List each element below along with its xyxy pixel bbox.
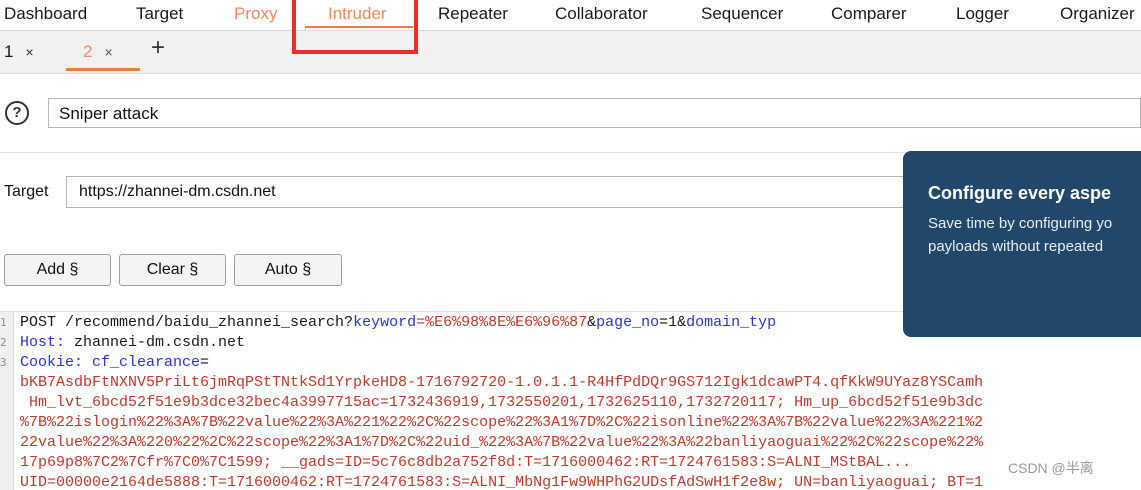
- cookie-header-line: Cookie: cf_clearance=: [20, 353, 209, 373]
- tab-repeater[interactable]: Repeater: [438, 4, 508, 24]
- tab-target[interactable]: Target: [136, 4, 183, 24]
- param-key: domain_typ: [686, 314, 777, 331]
- cookie-value-line: %7B%22islogin%22%3A%7B%22value%22%3A%221…: [20, 414, 984, 431]
- header-name: Host:: [20, 334, 66, 351]
- param-value: =%E6%98%8E%E6%96%87: [416, 314, 588, 331]
- close-icon[interactable]: ×: [25, 44, 33, 60]
- param-separator: &: [677, 314, 687, 331]
- tab-comparer[interactable]: Comparer: [831, 4, 907, 24]
- clear-markers-button[interactable]: Clear §: [119, 254, 226, 286]
- add-marker-button[interactable]: Add §: [4, 254, 111, 286]
- method-path: POST /recommend/baidu_zhannei_search?: [20, 314, 354, 331]
- attack-type-row: ? Sniper attack: [0, 74, 1141, 153]
- param-value: =1: [659, 314, 678, 331]
- cookie-value-line: Hm_lvt_6bcd52f51e9b3dce32bec4a3997715ac=…: [20, 394, 984, 411]
- auto-markers-button[interactable]: Auto §: [234, 254, 342, 286]
- subtab-2[interactable]: 2 ×: [67, 42, 113, 62]
- host-header-line: Host: zhannei-dm.csdn.net: [20, 333, 245, 353]
- header-value: zhannei-dm.csdn.net: [65, 334, 246, 351]
- subtab-1[interactable]: 1 ×: [4, 42, 34, 62]
- line-number: 2: [0, 336, 7, 349]
- intruder-subtab-bar: 1 × 2 × +: [0, 31, 1141, 74]
- header-name: Cookie:: [20, 354, 84, 371]
- tab-logger[interactable]: Logger: [956, 4, 1009, 24]
- top-nav-bar: Dashboard Target Proxy Intruder Repeater…: [0, 0, 1141, 31]
- cookie-value-line: 22value%22%3A%220%22%2C%22scope%22%3A1%7…: [20, 434, 984, 451]
- watermark: CSDN @半离: [1008, 460, 1094, 476]
- popover-body: Save time by configuring yo payloads wit…: [928, 212, 1141, 258]
- param-key: keyword: [353, 314, 417, 331]
- cookie-value-line: UID=00000e2164de5888:T=1716000462:RT=172…: [20, 474, 984, 490]
- request-editor[interactable]: 1 2 3 POST /recommend/baidu_zhannei_sear…: [0, 311, 1141, 490]
- popover-title: Configure every aspe: [928, 183, 1112, 203]
- cookie-key: cf_clearance: [83, 354, 201, 371]
- cookie-value-line: 17p69p8%7C2%7Cfr%7C0%7C1599; __gads=ID=5…: [20, 454, 912, 471]
- tab-dashboard[interactable]: Dashboard: [4, 4, 87, 24]
- active-subtab-underline: [66, 68, 140, 71]
- subtab-label: 1: [4, 42, 14, 61]
- cookie-value-line: bKB7AsdbFtNXNV5PriLt6jmRqPStTNtkSd1Yrpke…: [20, 374, 984, 391]
- target-label: Target: [4, 183, 49, 200]
- attack-type-select[interactable]: Sniper attack: [48, 98, 1141, 128]
- line-number: 1: [0, 316, 7, 329]
- cookie-equals: =: [200, 354, 210, 371]
- tab-sequencer[interactable]: Sequencer: [701, 4, 783, 24]
- subtab-label: 2: [83, 42, 93, 61]
- param-separator: &: [587, 314, 597, 331]
- param-key: page_no: [596, 314, 660, 331]
- popover-body-line: Save time by configuring yo: [928, 215, 1113, 232]
- request-line: POST /recommend/baidu_zhannei_search?key…: [20, 313, 776, 333]
- line-number: 3: [0, 356, 7, 369]
- tab-organizer[interactable]: Organizer: [1060, 4, 1135, 24]
- add-tab-icon[interactable]: +: [151, 34, 165, 62]
- highlight-box: [292, 0, 418, 54]
- onboarding-popover[interactable]: Configure every aspe Save time by config…: [903, 151, 1141, 337]
- line-number-gutter: 1 2 3: [0, 312, 14, 490]
- tab-collaborator[interactable]: Collaborator: [555, 4, 648, 24]
- popover-body-line: payloads without repeated: [928, 238, 1104, 255]
- close-icon[interactable]: ×: [104, 44, 112, 60]
- help-icon[interactable]: ?: [5, 101, 29, 125]
- tab-proxy[interactable]: Proxy: [234, 4, 277, 24]
